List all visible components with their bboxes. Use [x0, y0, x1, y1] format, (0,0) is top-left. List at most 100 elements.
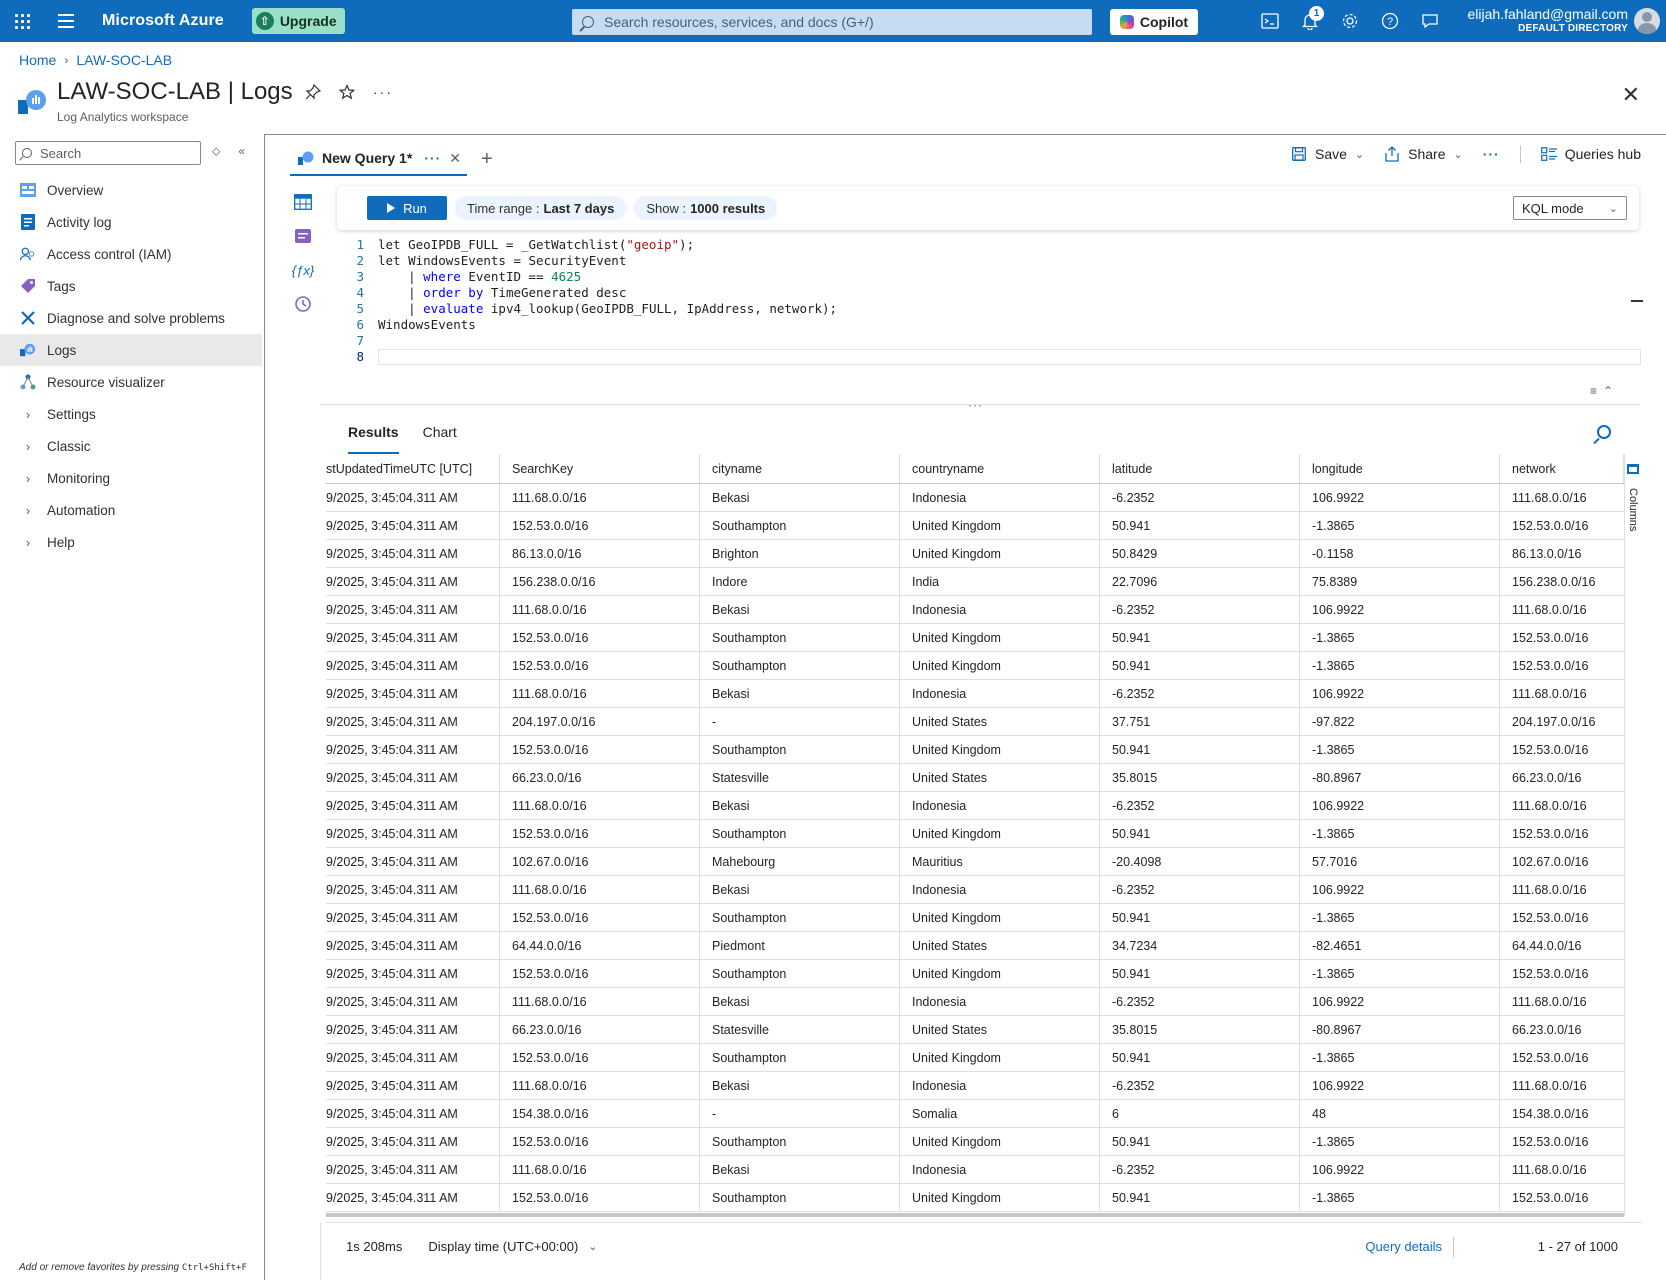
- global-search-input[interactable]: Search resources, services, and docs (G+…: [572, 9, 1092, 35]
- brand-title[interactable]: Microsoft Azure: [102, 12, 224, 30]
- table-row[interactable]: 9/2025, 3:45:04.311 AM 152.53.0.0/16 South…: [326, 736, 1624, 764]
- column-header[interactable]: stUpdatedTimeUTC [UTC]: [326, 454, 500, 483]
- table-cell: 111.68.0.0/16: [1512, 798, 1587, 813]
- table-row[interactable]: 9/2025, 3:45:04.311 AM 152.53.0.0/16 South…: [326, 1184, 1624, 1212]
- nav-item-monitoring[interactable]: › Monitoring: [0, 462, 262, 494]
- collapse-editor-icon[interactable]: ⌃: [1603, 384, 1613, 398]
- upgrade-button[interactable]: ⇧ Upgrade: [251, 8, 345, 34]
- nav-item-logs[interactable]: Logs: [0, 334, 262, 366]
- functions-icon[interactable]: {ƒx}: [292, 260, 314, 280]
- nav-item-classic[interactable]: › Classic: [0, 430, 262, 462]
- add-tab-icon[interactable]: +: [481, 142, 493, 176]
- pin-icon[interactable]: [305, 83, 322, 105]
- nav-item-overview[interactable]: Overview: [0, 174, 262, 206]
- table-cell: 152.53.0.0/16: [500, 960, 700, 987]
- nav-item-activity-log[interactable]: Activity log: [0, 206, 262, 238]
- copilot-button[interactable]: Copilot: [1110, 9, 1198, 35]
- more-actions-icon[interactable]: ···: [1483, 146, 1500, 162]
- query-tabs: New Query 1* ··· ✕ +: [290, 140, 493, 176]
- waffle-icon[interactable]: [0, 0, 44, 42]
- table-row[interactable]: 9/2025, 3:45:04.311 AM 66.23.0.0/16 States…: [326, 764, 1624, 792]
- tab-new-query[interactable]: New Query 1* ··· ✕: [290, 142, 467, 176]
- table-row[interactable]: 9/2025, 3:45:04.311 AM 152.53.0.0/16 South…: [326, 624, 1624, 652]
- table-row[interactable]: 9/2025, 3:45:04.311 AM 156.238.0.0/16 Indo…: [326, 568, 1624, 596]
- column-header[interactable]: latitude: [1100, 454, 1300, 483]
- collapse-nav-icon[interactable]: «: [238, 144, 245, 159]
- nav-item-settings[interactable]: › Settings: [0, 398, 262, 430]
- time-range-button[interactable]: Time range : Last 7 days: [455, 196, 627, 220]
- nav-item-resource-visualizer[interactable]: Resource visualizer: [0, 366, 262, 398]
- more-options-icon[interactable]: ···: [373, 84, 393, 105]
- top-bar: Microsoft Azure ⇧ Upgrade Search resourc…: [0, 0, 1666, 42]
- feedback-icon[interactable]: [1410, 0, 1450, 42]
- show-results-button[interactable]: Show : 1000 results: [634, 196, 778, 220]
- horizontal-scrollbar[interactable]: [326, 1213, 1624, 1217]
- table-row[interactable]: 9/2025, 3:45:04.311 AM 102.67.0.0/16 Maheb…: [326, 848, 1624, 876]
- close-icon[interactable]: ✕: [1622, 82, 1640, 108]
- table-row[interactable]: 9/2025, 3:45:04.311 AM 111.68.0.0/16 Bekas…: [326, 876, 1624, 904]
- table-row[interactable]: 9/2025, 3:45:04.311 AM 152.53.0.0/16 South…: [326, 1044, 1624, 1072]
- table-row[interactable]: 9/2025, 3:45:04.311 AM 64.44.0.0/16 Piedmo…: [326, 932, 1624, 960]
- format-icon[interactable]: ≡: [1590, 384, 1597, 398]
- table-row[interactable]: 9/2025, 3:45:04.311 AM 66.23.0.0/16 States…: [326, 1016, 1624, 1044]
- run-button[interactable]: Run: [367, 196, 447, 220]
- table-row[interactable]: 9/2025, 3:45:04.311 AM 152.53.0.0/16 South…: [326, 904, 1624, 932]
- gear-icon[interactable]: [1330, 0, 1370, 42]
- breadcrumb-resource[interactable]: LAW-SOC-LAB: [76, 52, 172, 68]
- nav-item-automation[interactable]: › Automation: [0, 494, 262, 526]
- share-button[interactable]: Share ⌄: [1384, 146, 1463, 162]
- column-header[interactable]: cityname: [700, 454, 900, 483]
- table-row[interactable]: 9/2025, 3:45:04.311 AM 111.68.0.0/16 Bekas…: [326, 484, 1624, 512]
- queries-hub-button[interactable]: Queries hub: [1540, 146, 1641, 162]
- table-row[interactable]: 9/2025, 3:45:04.311 AM 154.38.0.0/16- Soma…: [326, 1100, 1624, 1128]
- cloud-shell-icon[interactable]: [1250, 0, 1290, 42]
- table-row[interactable]: 9/2025, 3:45:04.311 AM 111.68.0.0/16 Bekas…: [326, 1156, 1624, 1184]
- nav-item-diagnose[interactable]: Diagnose and solve problems: [0, 302, 262, 334]
- upgrade-icon: ⇧: [255, 12, 274, 30]
- chevron-down-icon: ⌄: [1608, 202, 1618, 215]
- nav-search-input[interactable]: Search: [15, 141, 201, 165]
- table-row[interactable]: 9/2025, 3:45:04.311 AM 111.68.0.0/16 Bekas…: [326, 792, 1624, 820]
- query-details-link[interactable]: Query details: [1365, 1239, 1442, 1254]
- expand-collapse-icon[interactable]: ⬦: [212, 144, 220, 159]
- tables-icon[interactable]: [292, 192, 314, 212]
- tab-results[interactable]: Results: [348, 424, 399, 454]
- table-row[interactable]: 9/2025, 3:45:04.311 AM 111.68.0.0/16 Bekas…: [326, 988, 1624, 1016]
- star-icon[interactable]: [338, 84, 356, 105]
- table-row[interactable]: 9/2025, 3:45:04.311 AM 86.13.0.0/16 Bright…: [326, 540, 1624, 568]
- columns-panel[interactable]: Columns: [1624, 454, 1642, 1216]
- queries-icon[interactable]: [292, 226, 314, 246]
- results-search-icon[interactable]: [1597, 425, 1611, 439]
- column-header[interactable]: SearchKey: [500, 454, 700, 483]
- column-header[interactable]: network: [1500, 454, 1624, 483]
- kql-mode-dropdown[interactable]: KQL mode ⌄: [1513, 196, 1627, 220]
- table-row[interactable]: 9/2025, 3:45:04.311 AM 111.68.0.0/16 Bekas…: [326, 1072, 1624, 1100]
- hamburger-icon[interactable]: [44, 0, 88, 42]
- tab-more-icon[interactable]: ···: [424, 150, 441, 166]
- splitter-handle-icon[interactable]: ···: [968, 398, 983, 412]
- nav-item-tags[interactable]: Tags: [0, 270, 262, 302]
- display-time-dropdown[interactable]: Display time (UTC+00:00) ⌄: [428, 1239, 597, 1254]
- account-info[interactable]: elijah.fahland@gmail.com DEFAULT DIRECTO…: [1467, 6, 1628, 35]
- table-row[interactable]: 9/2025, 3:45:04.311 AM 152.53.0.0/16 South…: [326, 652, 1624, 680]
- help-icon[interactable]: ?: [1370, 0, 1410, 42]
- save-button[interactable]: Save ⌄: [1291, 146, 1364, 162]
- nav-item-access-control[interactable]: Access control (IAM): [0, 238, 262, 270]
- breadcrumb-home[interactable]: Home: [19, 52, 56, 68]
- history-icon[interactable]: [292, 294, 314, 314]
- table-row[interactable]: 9/2025, 3:45:04.311 AM 152.53.0.0/16 South…: [326, 960, 1624, 988]
- bell-icon[interactable]: 1: [1290, 0, 1330, 42]
- nav-item-help[interactable]: › Help: [0, 526, 262, 558]
- table-row[interactable]: 9/2025, 3:45:04.311 AM 152.53.0.0/16 South…: [326, 820, 1624, 848]
- column-header[interactable]: longitude: [1300, 454, 1500, 483]
- table-row[interactable]: 9/2025, 3:45:04.311 AM 111.68.0.0/16 Bekas…: [326, 680, 1624, 708]
- table-row[interactable]: 9/2025, 3:45:04.311 AM 152.53.0.0/16 South…: [326, 1128, 1624, 1156]
- table-row[interactable]: 9/2025, 3:45:04.311 AM 152.53.0.0/16 South…: [326, 512, 1624, 540]
- tab-close-icon[interactable]: ✕: [449, 150, 461, 167]
- avatar[interactable]: [1634, 8, 1660, 34]
- table-row[interactable]: 9/2025, 3:45:04.311 AM 204.197.0.0/16- Uni…: [326, 708, 1624, 736]
- column-header[interactable]: countryname: [900, 454, 1100, 483]
- table-row[interactable]: 9/2025, 3:45:04.311 AM 111.68.0.0/16 Bekas…: [326, 596, 1624, 624]
- tab-chart[interactable]: Chart: [423, 424, 457, 454]
- table-cell: 111.68.0.0/16: [500, 680, 700, 707]
